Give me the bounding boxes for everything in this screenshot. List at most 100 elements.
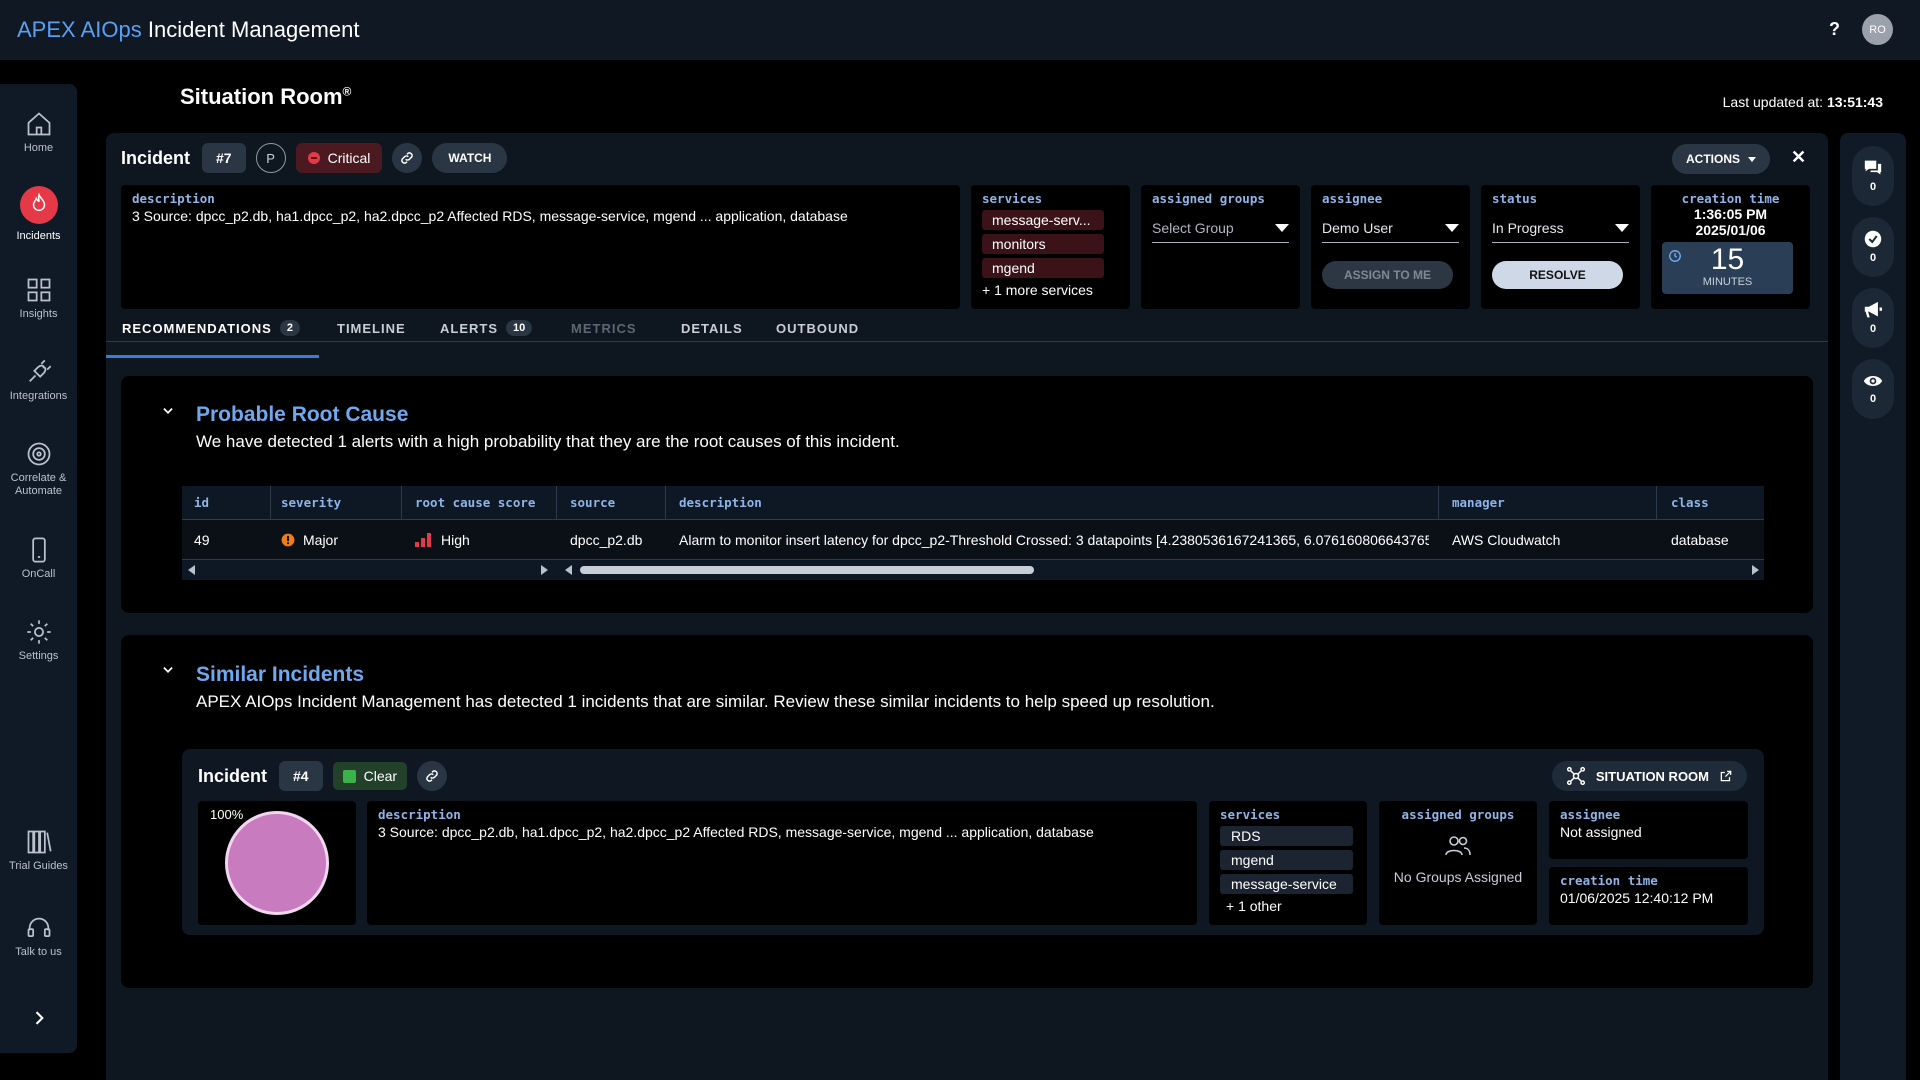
external-link-icon	[1720, 770, 1732, 782]
tab-details[interactable]: DETAILS	[681, 316, 743, 340]
tab-label: TIMELINE	[337, 320, 406, 336]
last-updated: Last updated at: 13:51:43	[1723, 94, 1883, 110]
column-header[interactable]: manager	[1452, 495, 1505, 510]
nav-item-trial-guides[interactable]: Trial Guides	[0, 828, 77, 873]
scroll-left-icon[interactable]	[565, 565, 572, 575]
registered-mark: ®	[342, 84, 352, 99]
nav-item-incidents[interactable]: Incidents	[0, 186, 77, 243]
help-icon[interactable]: ?	[1829, 19, 1840, 40]
watchers-count: 0	[1869, 393, 1877, 405]
priority-button[interactable]: P	[255, 143, 286, 173]
column-header[interactable]: root cause score	[415, 495, 535, 510]
chevron-down-icon	[1275, 224, 1289, 232]
cell-description: Alarm to monitor insert latency for dpcc…	[679, 531, 1429, 548]
incident-number: #7	[202, 143, 246, 173]
service-tag[interactable]: message-serv...	[982, 210, 1104, 230]
nav-label-talk: Talk to us	[15, 946, 62, 958]
top-bar: APEX AIOps Incident Management ? RO	[0, 0, 1920, 60]
similar-card-header: Incident #4 Clear	[198, 761, 448, 791]
link-icon[interactable]	[392, 143, 423, 173]
nav-item-home[interactable]: Home	[0, 110, 77, 155]
group-select[interactable]: Select Group	[1152, 220, 1289, 243]
column-header[interactable]: severity	[281, 495, 341, 510]
scroll-left-icon[interactable]	[188, 565, 195, 575]
brand-rest: Incident Management	[141, 17, 360, 42]
services-more[interactable]: + 1 more services	[982, 282, 1119, 298]
nav-label-correlate: Correlate & Automate	[10, 472, 67, 497]
flame-icon	[19, 186, 58, 224]
nav-item-integrations[interactable]: Integrations	[0, 358, 77, 403]
comments-button[interactable]: 0	[1852, 146, 1894, 206]
incident-header: Incident #7 P Critical WATCH	[121, 143, 508, 173]
horizontal-scrollbar[interactable]	[182, 560, 1764, 580]
tab-timeline[interactable]: TIMELINE	[337, 316, 406, 340]
similar-creation-value: 01/06/2025 12:40:12 PM	[1560, 890, 1714, 906]
actions-button[interactable]: ACTIONS	[1672, 144, 1770, 174]
scroll-thumb[interactable]	[580, 566, 1034, 574]
service-tag[interactable]: mgend	[982, 258, 1104, 278]
resolve-button[interactable]: RESOLVE	[1492, 261, 1623, 289]
avatar[interactable]: RO	[1862, 14, 1893, 45]
tab-recommendations[interactable]: RECOMMENDATIONS 2	[122, 316, 300, 340]
nav-item-oncall[interactable]: OnCall	[0, 536, 77, 581]
similar-services-more[interactable]: + 1 other	[1220, 898, 1356, 914]
timer-unit: MINUTES	[1702, 276, 1753, 288]
cell-severity: Major	[281, 532, 338, 548]
similar-incident-card[interactable]: Incident #4 Clear SITUATION ROOM 100% de…	[182, 749, 1764, 935]
tab-label: ALERTS	[440, 320, 498, 336]
link-icon[interactable]	[417, 761, 448, 791]
app-title: APEX AIOps Incident Management	[17, 17, 359, 43]
situation-room-button[interactable]: SITUATION ROOM	[1551, 761, 1747, 791]
root-cause-title: Probable Root Cause	[196, 403, 409, 426]
similar-description-text: 3 Source: dpcc_p2.db, ha1.dpcc_p2, ha2.d…	[378, 824, 1094, 840]
chevron-down-icon	[1748, 156, 1756, 162]
tab-count: 2	[279, 320, 300, 336]
nav-item-talk[interactable]: Talk to us	[0, 914, 77, 959]
assignee-field: assignee Demo User ASSIGN TO ME	[1311, 185, 1470, 309]
nav-item-insights[interactable]: Insights	[0, 276, 77, 321]
similar-creation-field: creation time 01/06/2025 12:40:12 PM	[1549, 867, 1748, 925]
watchers-button[interactable]: 0	[1852, 359, 1894, 419]
chevron-right-icon[interactable]	[0, 1008, 77, 1032]
severity-badge[interactable]: Critical	[295, 143, 383, 173]
assign-to-me-button[interactable]: ASSIGN TO ME	[1322, 261, 1453, 289]
chevron-down-icon[interactable]	[161, 404, 175, 418]
service-tag: RDS	[1220, 826, 1353, 846]
table-row[interactable]: 49 Major High dpcc_p2.db Alarm to monito…	[182, 520, 1764, 560]
nav-item-correlate[interactable]: Correlate & Automate	[0, 440, 77, 498]
books-icon	[27, 830, 52, 854]
similar-description-field: description 3 Source: dpcc_p2.db, ha1.dp…	[367, 801, 1197, 925]
watch-button[interactable]: WATCH	[432, 143, 508, 173]
column-header[interactable]: id	[194, 495, 209, 510]
status-select[interactable]: In Progress	[1492, 220, 1629, 243]
service-tag[interactable]: monitors	[982, 234, 1104, 254]
situation-room-label: SITUATION ROOM	[1595, 768, 1709, 784]
scroll-right-icon[interactable]	[1752, 565, 1759, 575]
groups-label: assigned groups	[1152, 191, 1265, 206]
assignee-select[interactable]: Demo User	[1322, 220, 1459, 243]
cell-manager: AWS Cloudwatch	[1452, 531, 1561, 548]
brand-accent: APEX AIOps	[17, 17, 142, 42]
creation-label: creation time	[1681, 191, 1780, 206]
tasks-button[interactable]: 0	[1852, 217, 1894, 277]
tab-alerts[interactable]: ALERTS 10	[440, 316, 533, 340]
grid-icon	[27, 278, 50, 302]
scroll-right-icon[interactable]	[541, 565, 548, 575]
column-header[interactable]: description	[679, 495, 762, 510]
tab-outbound[interactable]: OUTBOUND	[776, 316, 859, 340]
services-field: services message-serv... monitors mgend …	[971, 185, 1130, 309]
gear-icon	[26, 620, 51, 644]
nav-item-settings[interactable]: Settings	[0, 618, 77, 663]
description-label: description	[132, 191, 215, 206]
right-rail: 0 0 0 0	[1840, 133, 1906, 1080]
tab-metrics[interactable]: METRICS	[571, 316, 637, 340]
column-header[interactable]: class	[1671, 495, 1709, 510]
tab-label: DETAILS	[681, 320, 743, 336]
announcements-count: 0	[1869, 323, 1877, 335]
home-icon	[27, 112, 50, 136]
close-icon[interactable]: ✕	[1791, 147, 1806, 168]
column-header[interactable]: source	[570, 495, 615, 510]
announcements-button[interactable]: 0	[1852, 288, 1894, 348]
plug-icon	[28, 359, 51, 382]
chevron-down-icon[interactable]	[161, 663, 175, 677]
